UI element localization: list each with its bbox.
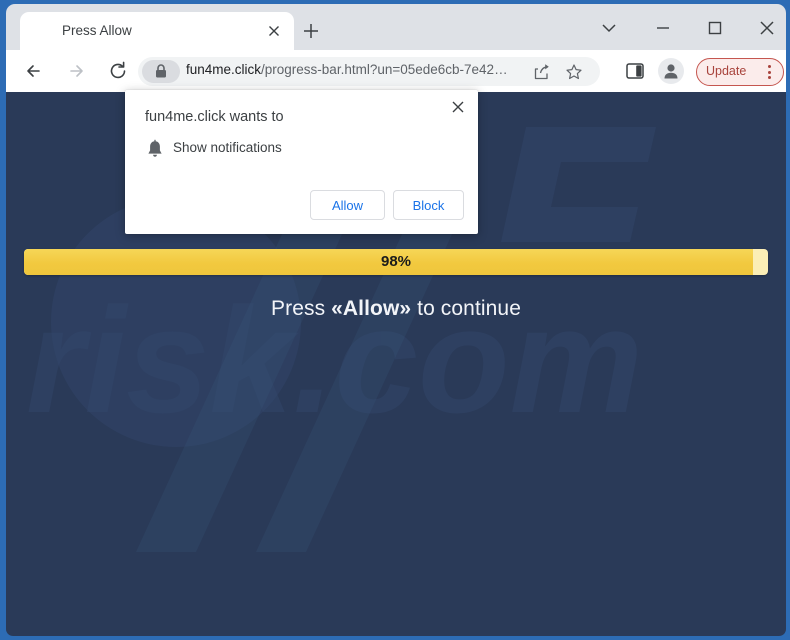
update-button[interactable]: Update: [696, 58, 784, 86]
tab-press-allow[interactable]: Press Allow: [20, 12, 294, 50]
window-close-icon[interactable]: [750, 13, 784, 43]
progress-bar-label: 98%: [380, 253, 412, 270]
window-minimize-icon[interactable]: [646, 13, 680, 43]
tab-strip: Press Allow: [6, 4, 786, 50]
three-dot-menu-icon[interactable]: [764, 64, 776, 80]
address-bar[interactable]: fun4me.click/progress-bar.html?un=05ede6…: [138, 57, 600, 86]
browser-window: Press Allow fun4me.click/progress-bar.ht…: [0, 0, 790, 640]
block-button[interactable]: Block: [393, 190, 464, 220]
notification-permission-dialog: fun4me.click wants to Show notifications…: [125, 90, 478, 234]
share-icon[interactable]: [532, 62, 552, 82]
reload-icon[interactable]: [104, 57, 132, 85]
progress-bar-track: 98%: [24, 249, 768, 275]
profile-avatar[interactable]: [658, 58, 684, 84]
bell-icon: [146, 139, 164, 159]
bookmark-star-icon[interactable]: [564, 62, 584, 82]
window-maximize-icon[interactable]: [698, 13, 732, 43]
site-lock-icon[interactable]: [142, 60, 180, 83]
tab-title: Press Allow: [62, 23, 132, 38]
url-text: fun4me.click/progress-bar.html?un=05ede6…: [186, 62, 508, 77]
dialog-close-icon[interactable]: [447, 96, 469, 118]
new-tab-button[interactable]: [298, 18, 324, 44]
update-label: Update: [706, 64, 747, 78]
tab-search-chevron-down-icon[interactable]: [592, 13, 626, 43]
page-headline: Press «Allow» to continue: [6, 297, 786, 321]
side-panel-icon[interactable]: [624, 60, 646, 82]
back-arrow-left-icon[interactable]: [20, 57, 48, 85]
allow-button[interactable]: Allow: [310, 190, 385, 220]
headline-prefix: Press: [271, 297, 332, 320]
headline-emphasis: «Allow»: [331, 297, 412, 320]
tab-close-icon[interactable]: [264, 21, 284, 41]
forward-arrow-right-icon: [62, 57, 90, 85]
dialog-title: fun4me.click wants to: [145, 109, 284, 125]
headline-suffix: to continue: [411, 297, 521, 320]
dialog-permission-text: Show notifications: [173, 140, 282, 155]
browser-toolbar: fun4me.click/progress-bar.html?un=05ede6…: [6, 50, 786, 92]
